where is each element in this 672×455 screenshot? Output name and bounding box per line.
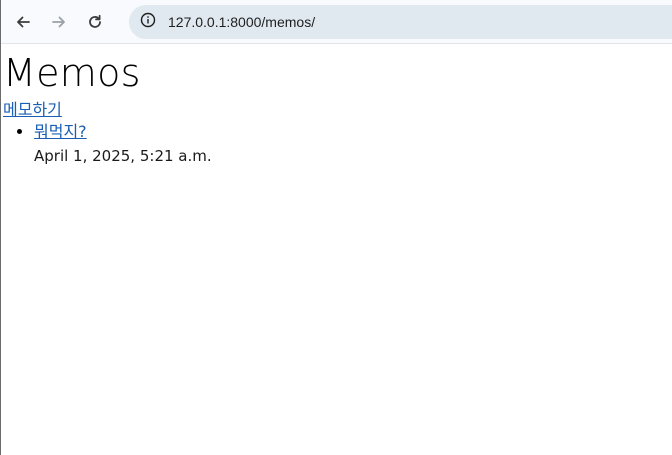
browser-window: 127.0.0.1:8000/memos/ Memos 메모하기 뭐먹지? Ap… bbox=[0, 0, 672, 455]
list-item: 뭐먹지? April 1, 2025, 5:21 a.m. bbox=[34, 120, 672, 168]
url-text[interactable]: 127.0.0.1:8000/memos/ bbox=[168, 14, 315, 30]
back-arrow-icon bbox=[15, 14, 31, 30]
info-icon bbox=[140, 12, 156, 32]
forward-arrow-icon bbox=[51, 14, 67, 30]
memo-date: April 1, 2025, 5:21 a.m. bbox=[34, 147, 212, 165]
memo-title-link[interactable]: 뭐먹지? bbox=[34, 122, 87, 141]
reload-button[interactable] bbox=[79, 6, 111, 38]
page-content: Memos 메모하기 뭐먹지? April 1, 2025, 5:21 a.m. bbox=[1, 48, 672, 168]
browser-toolbar: 127.0.0.1:8000/memos/ bbox=[1, 0, 672, 44]
forward-button[interactable] bbox=[43, 6, 75, 38]
back-button[interactable] bbox=[7, 6, 39, 38]
memo-list: 뭐먹지? April 1, 2025, 5:21 a.m. bbox=[3, 120, 672, 168]
site-info-button[interactable] bbox=[137, 11, 159, 33]
address-bar[interactable]: 127.0.0.1:8000/memos/ bbox=[129, 4, 672, 39]
reload-icon bbox=[87, 14, 103, 30]
page-title: Memos bbox=[3, 51, 141, 95]
new-memo-link[interactable]: 메모하기 bbox=[3, 100, 62, 120]
